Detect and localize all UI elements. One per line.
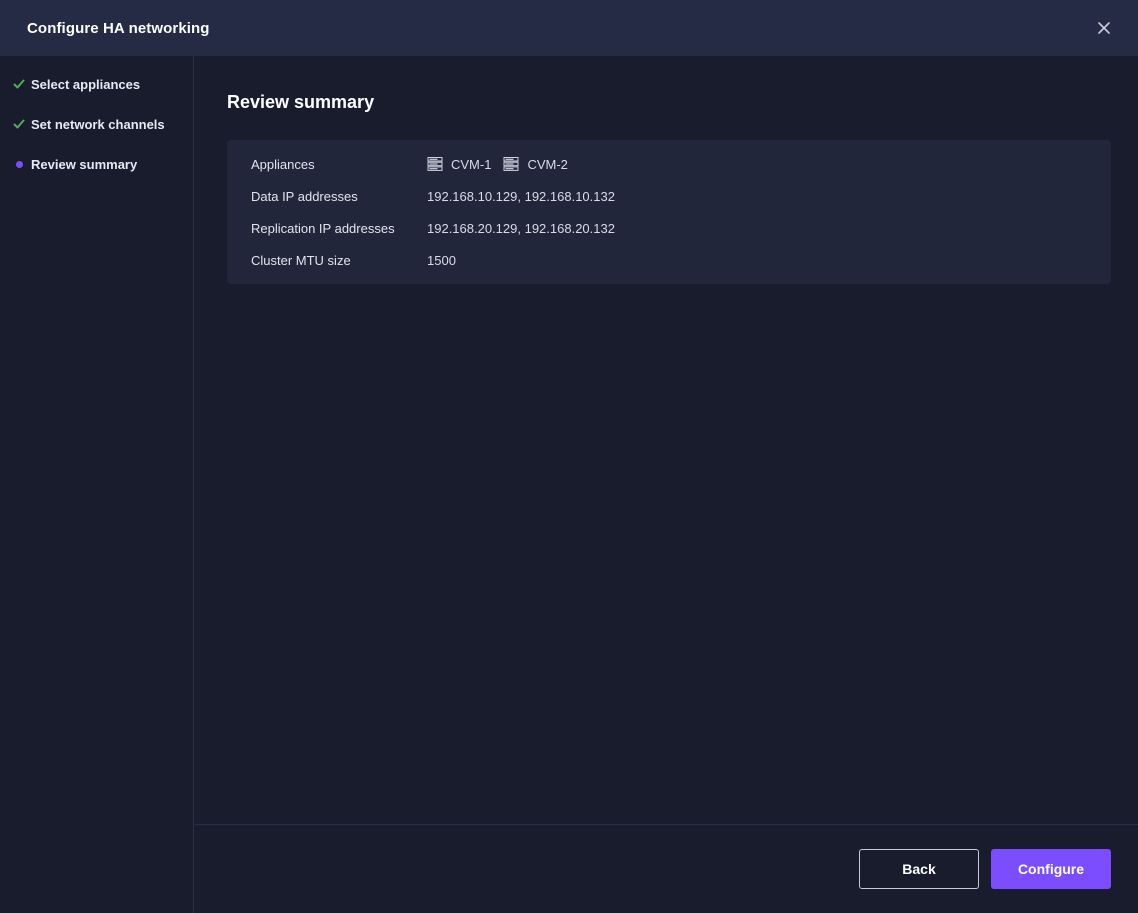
dialog-header: Configure HA networking xyxy=(0,0,1138,56)
dialog-footer: Back Configure xyxy=(195,824,1138,913)
appliance-name: CVM-1 xyxy=(451,156,492,172)
page-title: Review summary xyxy=(227,92,375,112)
replication-ip-value: 192.168.20.129, 192.168.20.132 xyxy=(427,220,615,236)
mtu-label: Cluster MTU size xyxy=(251,252,351,268)
check-icon xyxy=(13,78,25,90)
mtu-value: 1500 xyxy=(427,252,456,268)
summary-row-mtu: Cluster MTU size 1500 xyxy=(251,250,456,270)
appliances-label: Appliances xyxy=(251,156,315,172)
step-label: Set network channels xyxy=(31,116,165,132)
close-icon[interactable] xyxy=(1098,22,1110,34)
configure-button[interactable]: Configure xyxy=(991,849,1111,889)
main-content: Review summary Appliances CVM-1 CVM-2 Da… xyxy=(195,56,1138,825)
step-label: Select appliances xyxy=(31,76,141,92)
step-review-summary[interactable]: Review summary xyxy=(13,154,137,174)
appliance-item: CVM-1 xyxy=(427,157,491,172)
summary-row-appliances: Appliances CVM-1 CVM-2 xyxy=(251,154,580,174)
wizard-steps: Select appliances Set network channels R… xyxy=(0,56,194,913)
replication-ip-label: Replication IP addresses xyxy=(251,220,395,236)
summary-row-replication-ip: Replication IP addresses 192.168.20.129,… xyxy=(251,218,615,238)
close-button[interactable] xyxy=(1096,20,1112,36)
server-icon xyxy=(503,157,519,171)
data-ip-label: Data IP addresses xyxy=(251,188,358,204)
step-set-network-channels[interactable]: Set network channels xyxy=(13,114,165,134)
configure-ha-dialog: Configure HA networking Select appliance… xyxy=(0,0,1138,913)
server-icon xyxy=(427,157,443,171)
summary-card: Appliances CVM-1 CVM-2 Data IP addresses… xyxy=(227,140,1111,284)
appliance-name: CVM-2 xyxy=(527,156,568,172)
current-step-dot-icon xyxy=(13,158,25,170)
data-ip-value: 192.168.10.129, 192.168.10.132 xyxy=(427,188,615,204)
step-label: Review summary xyxy=(31,156,138,172)
appliances-value: CVM-1 CVM-2 xyxy=(427,157,580,172)
back-button[interactable]: Back xyxy=(859,849,979,889)
check-icon xyxy=(13,118,25,130)
step-select-appliances[interactable]: Select appliances xyxy=(13,74,140,94)
dialog-title: Configure HA networking xyxy=(27,19,210,37)
summary-row-data-ip: Data IP addresses 192.168.10.129, 192.16… xyxy=(251,186,615,206)
appliance-item: CVM-2 xyxy=(503,156,568,172)
